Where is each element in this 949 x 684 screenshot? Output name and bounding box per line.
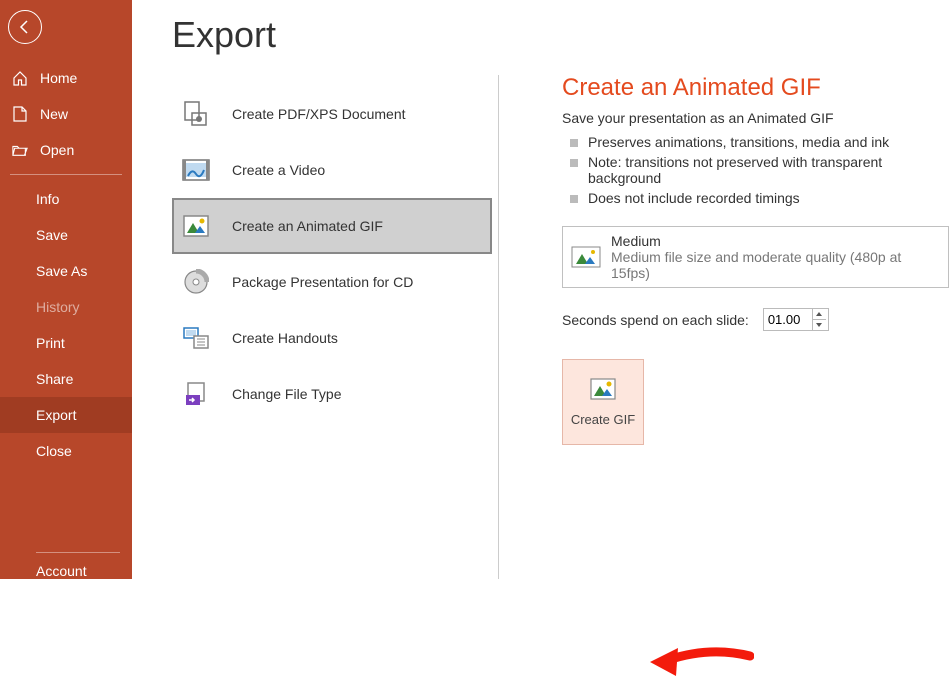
nav-share[interactable]: Share xyxy=(0,361,132,397)
export-option-change-type[interactable]: Change File Type xyxy=(172,366,492,422)
seconds-label: Seconds spend on each slide: xyxy=(562,312,749,328)
seconds-row: Seconds spend on each slide: xyxy=(562,308,949,331)
open-icon xyxy=(12,142,28,158)
nav-new[interactable]: New xyxy=(0,96,132,132)
video-icon xyxy=(182,156,210,184)
export-option-pdf[interactable]: Create PDF/XPS Document xyxy=(172,86,492,142)
nav-print[interactable]: Print xyxy=(0,325,132,361)
bullet-icon xyxy=(570,195,578,203)
spinner-arrows xyxy=(812,309,826,330)
cd-icon xyxy=(182,268,210,296)
nav-history: History xyxy=(0,289,132,325)
export-option-change-type-label: Change File Type xyxy=(232,386,341,402)
pdf-icon xyxy=(182,100,210,128)
nav-separator xyxy=(10,174,122,175)
nav-home-label: Home xyxy=(40,70,77,86)
nav-save[interactable]: Save xyxy=(0,217,132,253)
quality-icon xyxy=(571,246,601,268)
nav-info[interactable]: Info xyxy=(0,181,132,217)
create-gif-label: Create GIF xyxy=(571,412,635,427)
export-option-gif[interactable]: Create an Animated GIF xyxy=(172,198,492,254)
nav-new-label: New xyxy=(40,106,68,122)
home-icon xyxy=(12,70,28,86)
export-detail-panel: Create an Animated GIF Save your present… xyxy=(530,0,949,579)
nav-save-as[interactable]: Save As xyxy=(0,253,132,289)
export-option-video-label: Create a Video xyxy=(232,162,325,178)
export-option-handouts-label: Create Handouts xyxy=(232,330,338,346)
panel-bullets: Preserves animations, transitions, media… xyxy=(562,132,949,208)
export-option-list: Create PDF/XPS Document Create a Video C… xyxy=(172,86,492,422)
bullet-item: Note: transitions not preserved with tra… xyxy=(562,152,949,188)
nav-open-label: Open xyxy=(40,142,74,158)
bullet-item: Preserves animations, transitions, media… xyxy=(562,132,949,152)
gif-icon xyxy=(182,212,210,240)
vertical-separator xyxy=(498,75,499,579)
panel-title: Create an Animated GIF xyxy=(562,74,949,102)
bullet-item: Does not include recorded timings xyxy=(562,188,949,208)
nav-close[interactable]: Close xyxy=(0,433,132,469)
export-option-video[interactable]: Create a Video xyxy=(172,142,492,198)
nav-export[interactable]: Export xyxy=(0,397,132,433)
quality-desc: Medium file size and moderate quality (4… xyxy=(611,249,940,281)
panel-subtitle: Save your presentation as an Animated GI… xyxy=(562,110,949,126)
page-title: Export xyxy=(172,14,530,56)
export-option-handouts[interactable]: Create Handouts xyxy=(172,310,492,366)
quality-name: Medium xyxy=(611,233,940,249)
export-option-cd[interactable]: Package Presentation for CD xyxy=(172,254,492,310)
new-icon xyxy=(12,106,28,122)
nav-home[interactable]: Home xyxy=(0,60,132,96)
annotation-arrow xyxy=(650,642,754,684)
create-gif-button[interactable]: Create GIF xyxy=(562,359,644,445)
back-button[interactable] xyxy=(8,10,42,44)
export-option-pdf-label: Create PDF/XPS Document xyxy=(232,106,406,122)
quality-text: Medium Medium file size and moderate qua… xyxy=(611,233,940,281)
create-gif-icon xyxy=(590,378,616,400)
nav-account[interactable]: Account xyxy=(0,553,132,579)
spinner-down[interactable] xyxy=(813,320,826,330)
export-option-gif-label: Create an Animated GIF xyxy=(232,218,383,234)
export-options-column: Export Create PDF/XPS Document Create a … xyxy=(132,0,530,579)
bullet-icon xyxy=(570,159,578,167)
seconds-input[interactable] xyxy=(764,309,812,330)
back-arrow-icon xyxy=(17,19,33,35)
handouts-icon xyxy=(182,324,210,352)
nav-open[interactable]: Open xyxy=(0,132,132,168)
spinner-up[interactable] xyxy=(813,309,826,320)
change-file-type-icon xyxy=(182,380,210,408)
backstage-sidebar: Home New Open Info Save Save As History … xyxy=(0,0,132,579)
quality-dropdown[interactable]: Medium Medium file size and moderate qua… xyxy=(562,226,949,288)
seconds-spinner[interactable] xyxy=(763,308,829,331)
export-option-cd-label: Package Presentation for CD xyxy=(232,274,413,290)
bullet-icon xyxy=(570,139,578,147)
